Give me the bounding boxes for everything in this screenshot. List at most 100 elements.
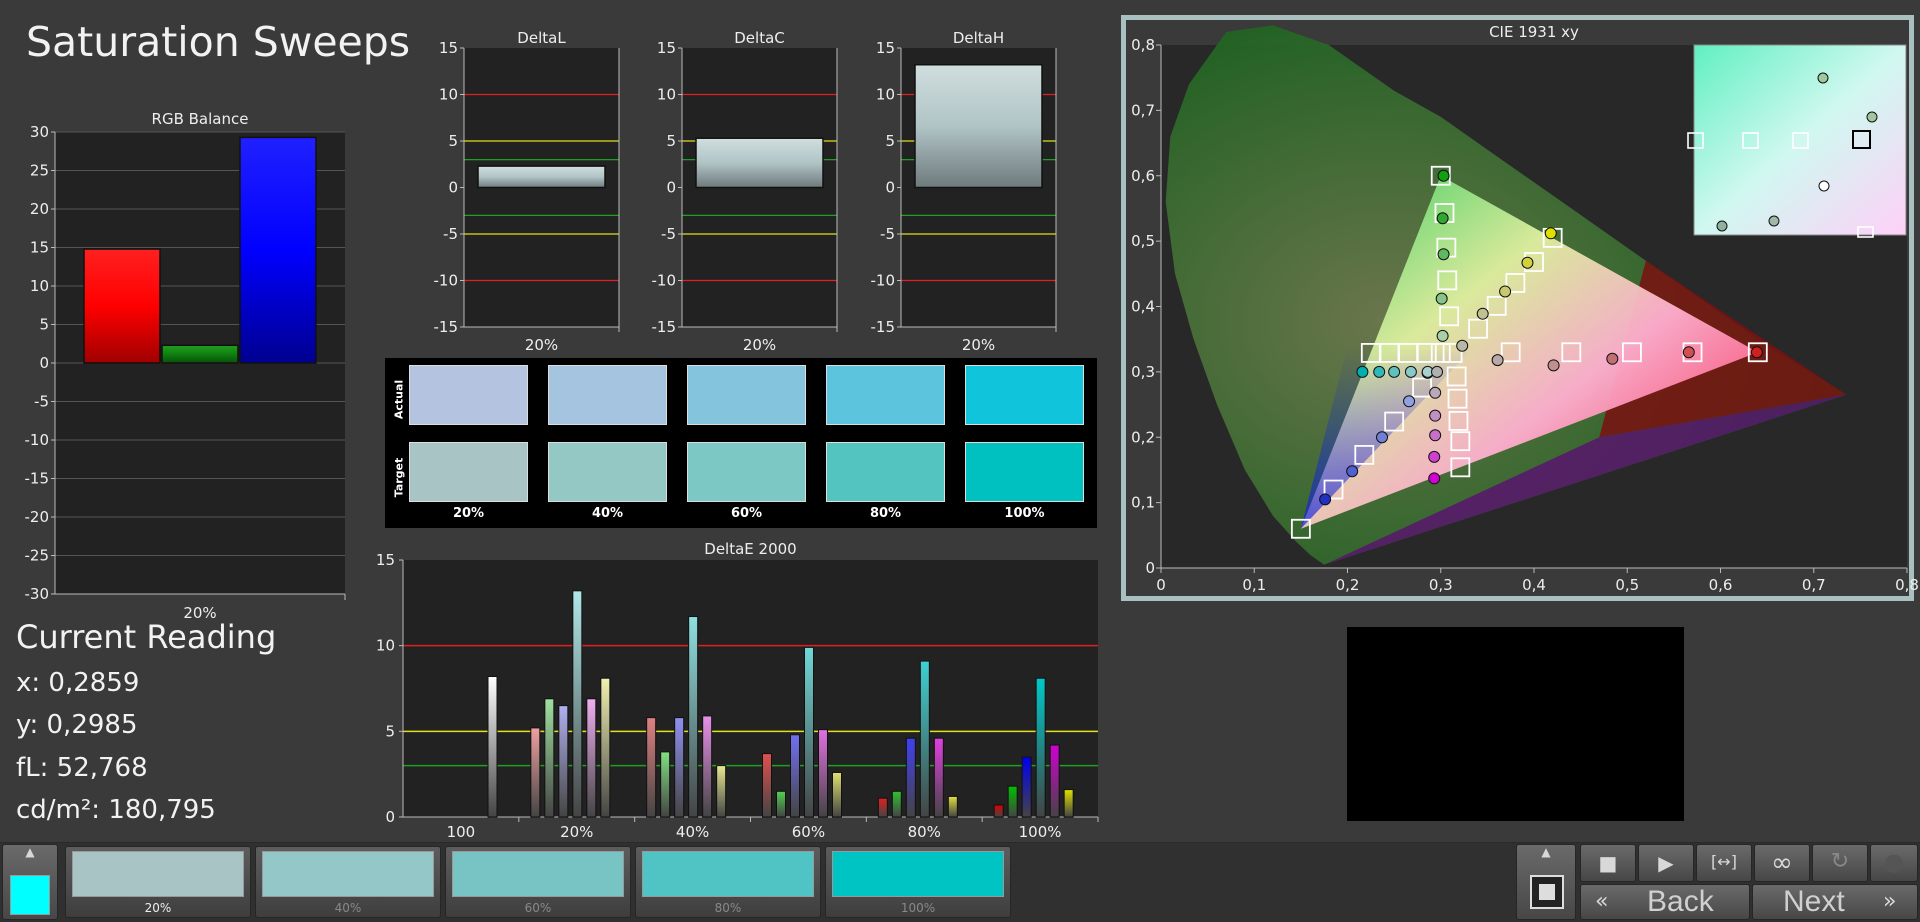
x-category-label: 100% [1019, 823, 1062, 841]
y-tick-label: -10 [434, 272, 459, 290]
deltae-bar [586, 698, 597, 818]
deltae-bar [1063, 789, 1074, 818]
deltae-bar [544, 698, 555, 818]
y-tick-label: 5 [448, 132, 458, 150]
deltae-bar [1021, 756, 1032, 818]
target-swatch [409, 442, 528, 502]
y-tick-label: -25 [25, 547, 50, 565]
loop-button[interactable]: ∞ [1754, 844, 1810, 882]
patch-button[interactable]: 60% [445, 846, 631, 918]
step-button[interactable]: [↔] [1696, 844, 1752, 882]
deltae-bar [558, 705, 569, 818]
swatch-column-label: 20% [452, 506, 485, 521]
y-tick-label: 0 [448, 179, 458, 197]
y-tick-label: -5 [880, 225, 895, 243]
patch-button[interactable]: 20% [65, 846, 251, 918]
patch-button[interactable]: 40% [255, 846, 441, 918]
patch-button[interactable]: 100% [825, 846, 1011, 918]
cie-diagram-panel [1121, 15, 1914, 601]
red-bar [83, 248, 161, 364]
deltae-plot-area [403, 560, 1098, 817]
y-tick-label: 15 [657, 39, 676, 57]
play-button[interactable]: ▶ [1638, 844, 1694, 882]
reading-fl: fL: 52,768 [16, 753, 148, 783]
y-tick-label: -15 [434, 318, 459, 336]
y-tick-label: 20 [30, 200, 49, 218]
y-tick-label: -15 [871, 318, 896, 336]
deltae-bar [716, 765, 727, 818]
x-category-label: 100 [447, 823, 476, 841]
actual-swatch [826, 365, 945, 425]
y-tick-label: -5 [34, 393, 49, 411]
deltah-bar [914, 63, 1043, 189]
deltae-bar [804, 646, 814, 818]
patch-label: 100% [900, 901, 936, 915]
actual-swatch [409, 365, 528, 425]
deltah-plot-area [901, 48, 1056, 327]
y-tick-label: -15 [25, 470, 50, 488]
target-swatch [548, 442, 667, 502]
deltae-title: DeltaE 2000 [704, 540, 796, 558]
swatch-column-label: 40% [591, 506, 624, 521]
deltae-bar [832, 771, 842, 818]
x-category-label: 80% [908, 823, 941, 841]
y-tick-label: 15 [376, 551, 395, 569]
next-label: Next [1783, 885, 1845, 918]
record-button[interactable]: ● [1870, 844, 1918, 882]
deltae-bar [1049, 744, 1060, 818]
y-tick-label: 10 [439, 86, 458, 104]
deltal-title: DeltaL [517, 29, 566, 47]
deltae-bar [600, 677, 611, 818]
next-button[interactable]: Next » [1752, 884, 1918, 920]
double-chevron-right-icon: » [1883, 889, 1897, 914]
patch-label: 80% [714, 901, 742, 915]
reading-luminance: cd/m²: 180,795 [16, 795, 216, 825]
stop-button[interactable]: ■ [1580, 844, 1636, 882]
y-tick-label: 0 [885, 179, 895, 197]
deltae-bar [905, 737, 916, 818]
row-label-actual: Actual [392, 379, 406, 420]
back-button[interactable]: « Back [1580, 884, 1750, 920]
swatch-column-label: 100% [1004, 506, 1045, 521]
rgb-chart-title: RGB Balance [152, 110, 249, 128]
reading-y: y: 0,2985 [16, 710, 138, 740]
patch-label: 60% [524, 901, 552, 915]
refresh-button[interactable]: ↻ [1812, 844, 1868, 882]
collapse-up-icon: ▲ [1541, 845, 1551, 859]
patch-label: 20% [144, 901, 172, 915]
y-tick-label: 10 [657, 86, 676, 104]
page-title: Saturation Sweeps [26, 18, 411, 66]
pattern-preview [1347, 627, 1684, 821]
deltae-bar [933, 737, 944, 818]
deltal-bar [477, 165, 606, 189]
deltae-bar [1007, 785, 1018, 818]
patch-color [642, 851, 814, 897]
patch-color [452, 851, 624, 897]
deltae-bar [688, 616, 699, 818]
back-label: Back [1647, 885, 1714, 918]
reading-x: x: 0,2859 [16, 668, 140, 698]
patch-label: 40% [334, 901, 362, 915]
y-tick-label: 15 [30, 239, 49, 257]
deltae-bar [919, 660, 930, 818]
step-icon: [↔] [1711, 852, 1737, 871]
patch-color [72, 851, 244, 897]
swatch-column-label: 80% [869, 506, 902, 521]
y-tick-label: 10 [30, 277, 49, 295]
patch-button[interactable]: 80% [635, 846, 821, 918]
stop-toggle-button[interactable]: ▲ [1516, 844, 1576, 920]
actual-swatch [965, 365, 1084, 425]
deltae-bar [818, 729, 828, 818]
play-icon: ▶ [1658, 851, 1674, 875]
y-tick-label: 0 [385, 808, 395, 826]
x-category-label: 20% [743, 336, 776, 354]
current-patch-color [10, 875, 50, 915]
y-tick-label: -20 [25, 508, 50, 526]
y-tick-label: 5 [666, 132, 676, 150]
x-category-label: 20% [560, 823, 593, 841]
actual-swatch [687, 365, 806, 425]
y-tick-label: -5 [661, 225, 676, 243]
x-category-label: 20% [525, 336, 558, 354]
current-patch-button[interactable]: ▲ [2, 844, 58, 920]
double-chevron-left-icon: « [1595, 889, 1609, 914]
